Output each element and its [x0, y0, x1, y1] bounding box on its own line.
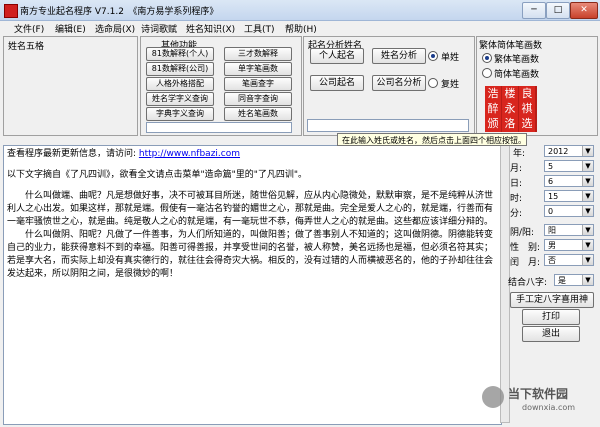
update-line: 查看程序最新更新信息，请访问: http://www.nfbazi.com [7, 149, 241, 159]
title-bar: 南方专业起名程序 V7.1.2 《南方易学系列程序》 ─ □ ✕ [0, 0, 600, 21]
btn-company-naming[interactable]: 公司起名 [310, 75, 364, 91]
char-mode-title: 繁体简体笔画数 [479, 41, 543, 51]
char-cell: 浩 [485, 86, 501, 102]
radio-traditional[interactable] [482, 53, 492, 63]
btn-char-meaning[interactable]: 姓名学字义查询 [146, 92, 214, 106]
btn-81-company[interactable]: 81数解释(公司) [146, 62, 214, 76]
chevron-down-icon: ▼ [582, 191, 593, 201]
btn-stroke-lookup[interactable]: 笔画查字 [224, 77, 292, 91]
surname-input[interactable] [307, 119, 469, 132]
month-select[interactable]: 5 ▼ [544, 160, 594, 172]
radio-single-surname[interactable] [428, 51, 438, 61]
menu-poetry[interactable]: 诗词歌赋 [141, 22, 177, 35]
yinyang-select[interactable]: 阳 ▼ [544, 224, 594, 236]
website-link[interactable]: http://www.nfbazi.com [139, 149, 240, 159]
chevron-down-icon: ▼ [582, 240, 593, 250]
other-funcs-panel: 其他功能 81数解释(个人) 三才数解释 81数解释(公司) 单字笔画数 人格外… [140, 36, 302, 136]
calligraphy-image: 浩 楼 良 醉 永 祺 颁 洛 选 [485, 86, 537, 132]
chevron-down-icon: ▼ [582, 146, 593, 156]
minimize-button[interactable]: ─ [522, 2, 546, 19]
year-select[interactable]: 2012 ▼ [544, 145, 594, 157]
char-cell: 醉 [485, 101, 501, 117]
chevron-down-icon: ▼ [582, 161, 593, 171]
app-icon [4, 4, 18, 18]
watermark-logo-icon [482, 386, 504, 408]
char-cell: 永 [502, 101, 518, 117]
maximize-button[interactable]: □ [546, 2, 570, 19]
watermark: 当下软件园 downxia.com [482, 384, 596, 424]
radio-simplified-label: 简体笔画数 [494, 70, 540, 80]
leap-month-label: 闰 月: [510, 258, 541, 268]
menu-tools[interactable]: 工具(T) [244, 22, 275, 35]
menu-bar: 文件(F) 编辑(E) 选命局(X) 诗词歌赋 姓名知识(X) 工具(T) 帮助… [0, 21, 600, 35]
func-input[interactable] [146, 122, 292, 133]
char-cell: 选 [519, 116, 535, 132]
btn-company-analysis[interactable]: 公司名分析 [372, 75, 426, 91]
radio-single-label: 单姓 [441, 53, 460, 63]
menu-help[interactable]: 帮助(H) [285, 22, 317, 35]
char-cell: 楼 [502, 86, 518, 102]
btn-personal-naming[interactable]: 个人起名 [310, 48, 364, 64]
day-select[interactable]: 6 ▼ [544, 175, 594, 187]
gender-select[interactable]: 男 ▼ [544, 239, 594, 251]
leap-month-select[interactable]: 否 ▼ [544, 254, 594, 266]
input-tooltip: 在此输入姓氏或姓名，然后点击上面四个相应按钮。 [337, 133, 527, 146]
btn-sancai[interactable]: 三才数解释 [224, 47, 292, 61]
char-cell: 祺 [519, 101, 535, 117]
btn-renge-waige[interactable]: 人格外格搭配 [146, 77, 214, 91]
radio-compound-surname[interactable] [428, 78, 438, 88]
wuge-panel: 姓名五格 [3, 36, 138, 136]
menu-select-chart[interactable]: 选命局(X) [95, 22, 135, 35]
menu-name-knowledge[interactable]: 姓名知识(X) [186, 22, 235, 35]
chevron-down-icon: ▼ [582, 206, 593, 216]
minute-label: 分: [510, 209, 523, 219]
watermark-sub: downxia.com [522, 403, 576, 412]
chevron-down-icon: ▼ [582, 275, 593, 285]
print-button[interactable]: 打印 [522, 309, 580, 325]
char-cell: 颁 [485, 116, 501, 132]
minute-select[interactable]: 0 ▼ [544, 205, 594, 217]
char-cell: 洛 [502, 116, 518, 132]
char-mode-panel: 繁体简体笔画数 繁体笔画数 简体笔画数 浩 楼 良 醉 永 祺 颁 洛 选 [476, 36, 598, 136]
chevron-down-icon: ▼ [582, 255, 593, 265]
day-label: 日: [510, 179, 523, 189]
hour-select[interactable]: 15 ▼ [544, 190, 594, 202]
watermark-text: 当下软件园 [508, 387, 569, 401]
exit-button[interactable]: 退出 [522, 326, 580, 342]
menu-edit[interactable]: 编辑(E) [55, 22, 86, 35]
source-line: 以下文字摘自《了凡四训》，欲看全文请点击菜单"造命篇"里的"了凡四训"。 [7, 170, 308, 180]
btn-name-analysis[interactable]: 姓名分析 [372, 48, 426, 64]
bazi-label: 结合八字: [508, 278, 548, 288]
main-text-area[interactable]: 查看程序最新更新信息，请访问: http://www.nfbazi.com 以下… [3, 145, 502, 425]
window-title: 南方专业起名程序 V7.1.2 《南方易学系列程序》 [20, 7, 219, 17]
btn-single-stroke[interactable]: 单字笔画数 [224, 62, 292, 76]
yinyang-label: 阴/阳: [510, 228, 535, 238]
paragraph-1: 什么叫做端、曲呢？凡是想做好事，决不可被耳目所迷，随世俗见解，应从内心隐微处，默… [7, 191, 494, 227]
btn-homophone[interactable]: 同音字查询 [224, 92, 292, 106]
name-analysis-panel: 起名分析姓名 个人起名 姓名分析 单姓 公司起名 公司名分析 复姓 [303, 36, 475, 136]
btn-81-personal[interactable]: 81数解释(个人) [146, 47, 214, 61]
gender-label: 性 别: [510, 243, 541, 253]
char-cell: 良 [519, 86, 535, 102]
bazi-select[interactable]: 是 ▼ [554, 274, 594, 286]
year-label: 年: [513, 149, 526, 159]
radio-compound-label: 复姓 [441, 80, 460, 90]
radio-traditional-label: 繁体笔画数 [494, 55, 540, 65]
btn-name-strokes[interactable]: 姓名笔画数 [224, 107, 292, 121]
close-button[interactable]: ✕ [570, 2, 598, 19]
radio-simplified[interactable] [482, 68, 492, 78]
btn-dictionary[interactable]: 字典字义查询 [146, 107, 214, 121]
manual-bazi-button[interactable]: 手工定八字喜用神 [510, 292, 594, 308]
menu-file[interactable]: 文件(F) [14, 22, 44, 35]
month-label: 月: [510, 164, 523, 174]
hour-label: 时: [510, 194, 523, 204]
chevron-down-icon: ▼ [582, 225, 593, 235]
wuge-title: 姓名五格 [8, 42, 45, 52]
paragraph-2: 什么叫做阴、阳呢？凡做了一件善事，为人们所知道的，叫做阳善；做了善事别人不知道的… [7, 230, 494, 279]
chevron-down-icon: ▼ [582, 176, 593, 186]
